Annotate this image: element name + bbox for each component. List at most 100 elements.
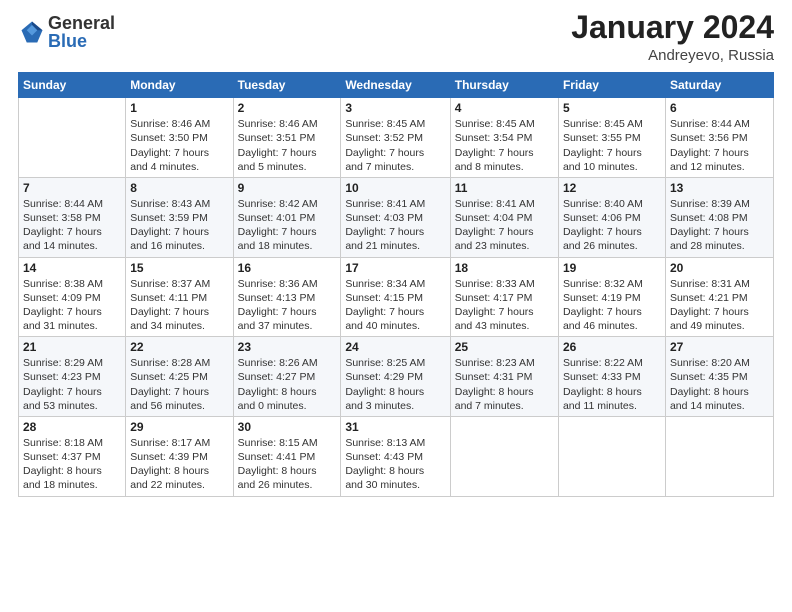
day-info: Sunrise: 8:13 AMSunset: 4:43 PMDaylight:… <box>345 436 445 493</box>
calendar-cell <box>558 416 665 496</box>
logo-icon <box>18 18 46 46</box>
day-info: Sunrise: 8:44 AMSunset: 3:58 PMDaylight:… <box>23 197 121 254</box>
calendar-week-row: 28 Sunrise: 8:18 AMSunset: 4:37 PMDayligh… <box>19 416 774 496</box>
day-number: 2 <box>238 101 337 115</box>
calendar-cell: 22 Sunrise: 8:28 AMSunset: 4:25 PMDayligh… <box>126 337 233 417</box>
day-number: 14 <box>23 261 121 275</box>
day-number: 16 <box>238 261 337 275</box>
calendar-cell: 29 Sunrise: 8:17 AMSunset: 4:39 PMDayligh… <box>126 416 233 496</box>
day-info: Sunrise: 8:25 AMSunset: 4:29 PMDaylight:… <box>345 356 445 413</box>
day-info: Sunrise: 8:36 AMSunset: 4:13 PMDaylight:… <box>238 277 337 334</box>
calendar-cell <box>450 416 558 496</box>
day-info: Sunrise: 8:28 AMSunset: 4:25 PMDaylight:… <box>130 356 228 413</box>
day-number: 11 <box>455 181 554 195</box>
calendar-cell: 28 Sunrise: 8:18 AMSunset: 4:37 PMDayligh… <box>19 416 126 496</box>
day-number: 22 <box>130 340 228 354</box>
day-info: Sunrise: 8:18 AMSunset: 4:37 PMDaylight:… <box>23 436 121 493</box>
calendar-cell: 10 Sunrise: 8:41 AMSunset: 4:03 PMDayligh… <box>341 177 450 257</box>
logo: General Blue <box>18 14 115 50</box>
day-number: 31 <box>345 420 445 434</box>
day-info: Sunrise: 8:33 AMSunset: 4:17 PMDaylight:… <box>455 277 554 334</box>
calendar-cell: 7Sunrise: 8:44 AMSunset: 3:58 PMDaylight… <box>19 177 126 257</box>
day-number: 18 <box>455 261 554 275</box>
calendar-cell <box>19 98 126 178</box>
day-number: 20 <box>670 261 769 275</box>
logo-general-text: General <box>48 14 115 32</box>
day-info: Sunrise: 8:41 AMSunset: 4:03 PMDaylight:… <box>345 197 445 254</box>
calendar-cell: 21Sunrise: 8:29 AMSunset: 4:23 PMDayligh… <box>19 337 126 417</box>
day-info: Sunrise: 8:37 AMSunset: 4:11 PMDaylight:… <box>130 277 228 334</box>
calendar-cell: 19Sunrise: 8:32 AMSunset: 4:19 PMDayligh… <box>558 257 665 337</box>
logo-text: General Blue <box>48 14 115 50</box>
day-info: Sunrise: 8:20 AMSunset: 4:35 PMDaylight:… <box>670 356 769 413</box>
calendar-week-row: 1Sunrise: 8:46 AMSunset: 3:50 PMDaylight… <box>19 98 774 178</box>
calendar-cell: 5 Sunrise: 8:45 AMSunset: 3:55 PMDaylight… <box>558 98 665 178</box>
day-number: 29 <box>130 420 228 434</box>
day-number: 17 <box>345 261 445 275</box>
day-number: 4 <box>455 101 554 115</box>
day-number: 28 <box>23 420 121 434</box>
month-title: January 2024 <box>571 10 774 45</box>
calendar-cell: 2Sunrise: 8:46 AMSunset: 3:51 PMDaylight… <box>233 98 341 178</box>
day-number: 10 <box>345 181 445 195</box>
day-info: Sunrise: 8:45 AMSunset: 3:54 PMDaylight:… <box>455 117 554 174</box>
logo-blue-text: Blue <box>48 32 115 50</box>
day-info: Sunrise: 8:32 AMSunset: 4:19 PMDaylight:… <box>563 277 661 334</box>
day-number: 24 <box>345 340 445 354</box>
weekday-header-row: Sunday Monday Tuesday Wednesday Thursday… <box>19 73 774 98</box>
calendar-cell: 26 Sunrise: 8:22 AMSunset: 4:33 PMDayligh… <box>558 337 665 417</box>
header-tuesday: Tuesday <box>233 73 341 98</box>
calendar-cell: 20 Sunrise: 8:31 AMSunset: 4:21 PMDayligh… <box>665 257 773 337</box>
day-info: Sunrise: 8:44 AMSunset: 3:56 PMDaylight:… <box>670 117 769 174</box>
header: General Blue January 2024 Andreyevo, Rus… <box>18 10 774 64</box>
header-monday: Monday <box>126 73 233 98</box>
location-title: Andreyevo, Russia <box>571 47 774 64</box>
day-number: 23 <box>238 340 337 354</box>
day-info: Sunrise: 8:38 AMSunset: 4:09 PMDaylight:… <box>23 277 121 334</box>
day-number: 1 <box>130 101 228 115</box>
header-thursday: Thursday <box>450 73 558 98</box>
day-info: Sunrise: 8:45 AMSunset: 3:52 PMDaylight:… <box>345 117 445 174</box>
header-sunday: Sunday <box>19 73 126 98</box>
day-number: 9 <box>238 181 337 195</box>
header-saturday: Saturday <box>665 73 773 98</box>
header-friday: Friday <box>558 73 665 98</box>
day-info: Sunrise: 8:17 AMSunset: 4:39 PMDaylight:… <box>130 436 228 493</box>
calendar-cell: 9 Sunrise: 8:42 AMSunset: 4:01 PMDaylight… <box>233 177 341 257</box>
day-number: 3 <box>345 101 445 115</box>
day-info: Sunrise: 8:22 AMSunset: 4:33 PMDaylight:… <box>563 356 661 413</box>
title-block: January 2024 Andreyevo, Russia <box>571 10 774 64</box>
day-info: Sunrise: 8:34 AMSunset: 4:15 PMDaylight:… <box>345 277 445 334</box>
day-number: 27 <box>670 340 769 354</box>
calendar-week-row: 14 Sunrise: 8:38 AMSunset: 4:09 PMDayligh… <box>19 257 774 337</box>
calendar-week-row: 21Sunrise: 8:29 AMSunset: 4:23 PMDayligh… <box>19 337 774 417</box>
day-number: 8 <box>130 181 228 195</box>
day-info: Sunrise: 8:45 AMSunset: 3:55 PMDaylight:… <box>563 117 661 174</box>
day-info: Sunrise: 8:29 AMSunset: 4:23 PMDaylight:… <box>23 356 121 413</box>
calendar-cell: 23Sunrise: 8:26 AMSunset: 4:27 PMDayligh… <box>233 337 341 417</box>
calendar-cell: 31 Sunrise: 8:13 AMSunset: 4:43 PMDayligh… <box>341 416 450 496</box>
day-info: Sunrise: 8:31 AMSunset: 4:21 PMDaylight:… <box>670 277 769 334</box>
calendar-cell: 3 Sunrise: 8:45 AMSunset: 3:52 PMDaylight… <box>341 98 450 178</box>
calendar-cell: 14 Sunrise: 8:38 AMSunset: 4:09 PMDayligh… <box>19 257 126 337</box>
calendar-cell: 4 Sunrise: 8:45 AMSunset: 3:54 PMDaylight… <box>450 98 558 178</box>
day-number: 15 <box>130 261 228 275</box>
day-number: 25 <box>455 340 554 354</box>
calendar-cell: 18 Sunrise: 8:33 AMSunset: 4:17 PMDayligh… <box>450 257 558 337</box>
day-info: Sunrise: 8:42 AMSunset: 4:01 PMDaylight:… <box>238 197 337 254</box>
day-number: 13 <box>670 181 769 195</box>
calendar-cell: 1Sunrise: 8:46 AMSunset: 3:50 PMDaylight… <box>126 98 233 178</box>
calendar-cell: 8Sunrise: 8:43 AMSunset: 3:59 PMDaylight… <box>126 177 233 257</box>
calendar-cell: 25Sunrise: 8:23 AMSunset: 4:31 PMDayligh… <box>450 337 558 417</box>
day-info: Sunrise: 8:41 AMSunset: 4:04 PMDaylight:… <box>455 197 554 254</box>
day-number: 30 <box>238 420 337 434</box>
calendar-week-row: 7Sunrise: 8:44 AMSunset: 3:58 PMDaylight… <box>19 177 774 257</box>
calendar-cell: 15 Sunrise: 8:37 AMSunset: 4:11 PMDayligh… <box>126 257 233 337</box>
day-number: 5 <box>563 101 661 115</box>
calendar-cell: 17 Sunrise: 8:34 AMSunset: 4:15 PMDayligh… <box>341 257 450 337</box>
page: General Blue January 2024 Andreyevo, Rus… <box>0 0 792 612</box>
calendar-cell: 6Sunrise: 8:44 AMSunset: 3:56 PMDaylight… <box>665 98 773 178</box>
day-number: 26 <box>563 340 661 354</box>
calendar-cell: 27 Sunrise: 8:20 AMSunset: 4:35 PMDayligh… <box>665 337 773 417</box>
day-info: Sunrise: 8:15 AMSunset: 4:41 PMDaylight:… <box>238 436 337 493</box>
